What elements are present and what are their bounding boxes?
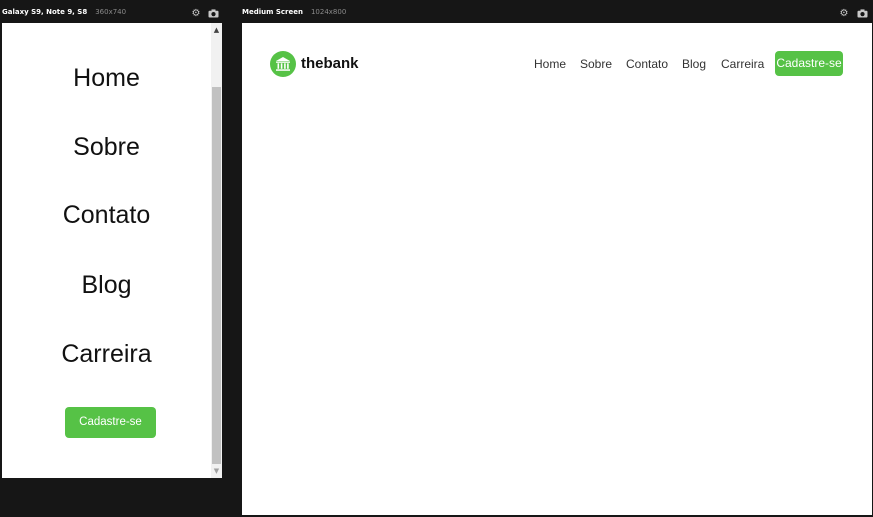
nav-sobre[interactable]: Sobre: [580, 57, 612, 71]
mobile-nav-carreira[interactable]: Carreira: [2, 340, 211, 369]
mobile-nav-contato[interactable]: Contato: [2, 201, 211, 230]
nav-carreira[interactable]: Carreira: [721, 57, 764, 71]
signup-button[interactable]: Cadastre-se: [775, 51, 843, 76]
mobile-nav-home[interactable]: Home: [2, 64, 211, 93]
nav-home[interactable]: Home: [534, 57, 566, 71]
device-size: 360x740: [95, 8, 127, 16]
mobile-menu: Home Sobre Contato Blog Carreira Cadastr…: [2, 23, 211, 478]
mobile-frame: Home Sobre Contato Blog Carreira Cadastr…: [2, 23, 222, 478]
camera-icon[interactable]: [856, 9, 868, 19]
device-name: Medium Screen: [242, 8, 303, 16]
scroll-up-arrow-icon[interactable]: ▲: [211, 25, 222, 35]
bank-icon[interactable]: [270, 51, 296, 77]
mobile-nav-sobre[interactable]: Sobre: [2, 133, 211, 162]
desktop-frame: thebank Home Sobre Contato Blog Carreira…: [242, 23, 872, 515]
brand-name[interactable]: thebank: [301, 54, 359, 74]
scrollbar[interactable]: ▲ ▼: [211, 23, 222, 478]
mobile-nav-blog[interactable]: Blog: [2, 271, 211, 300]
scrollbar-thumb[interactable]: [212, 87, 221, 464]
gear-icon[interactable]: ⚙: [190, 9, 202, 19]
scroll-down-arrow-icon[interactable]: ▼: [211, 466, 222, 476]
device-name: Galaxy S9, Note 9, S8: [2, 8, 88, 16]
camera-icon[interactable]: [207, 9, 219, 19]
device-label-desktop: Medium Screen 1024x800: [242, 8, 346, 16]
mobile-signup-button[interactable]: Cadastre-se: [65, 407, 156, 438]
nav-contato[interactable]: Contato: [626, 57, 668, 71]
device-size: 1024x800: [310, 8, 347, 16]
device-label-mobile: Galaxy S9, Note 9, S8 360x740: [2, 8, 126, 16]
nav-blog[interactable]: Blog: [682, 57, 706, 71]
gear-icon[interactable]: ⚙: [838, 9, 850, 19]
